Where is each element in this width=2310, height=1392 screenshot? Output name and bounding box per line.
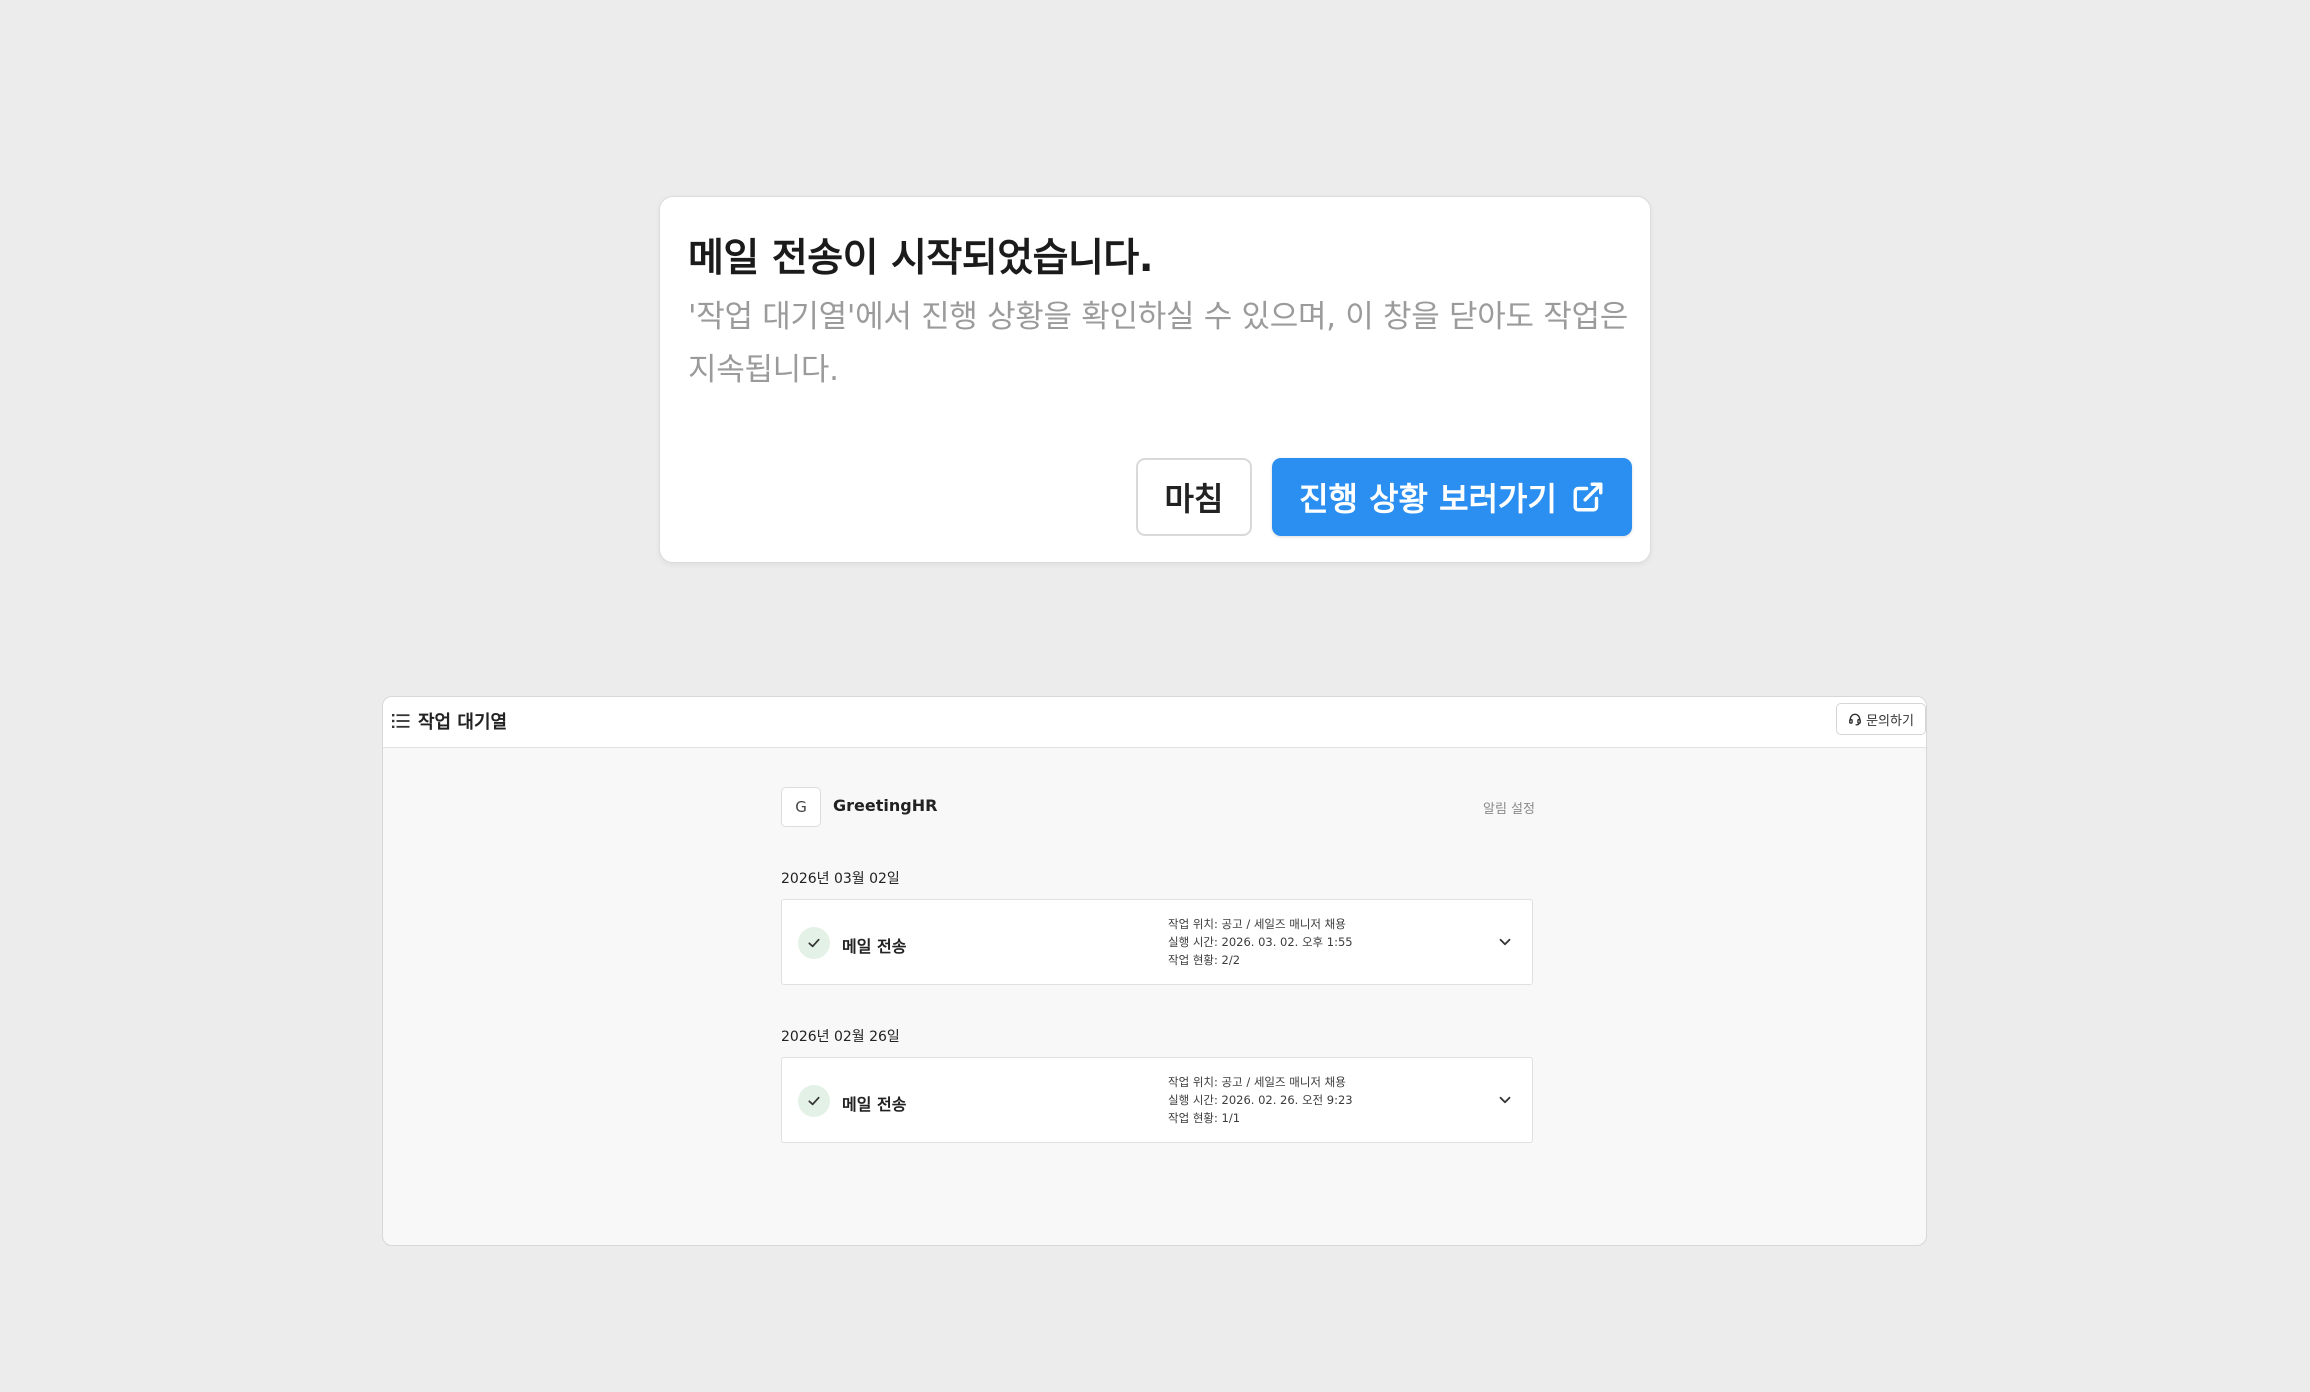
status-badge [798, 1085, 830, 1117]
check-icon [808, 1096, 820, 1106]
org-name: GreetingHR [833, 796, 938, 815]
confirmation-modal: 메일 전송이 시작되었습니다. '작업 대기열'에서 진행 상황을 확인하실 수… [659, 196, 1651, 563]
date-group-label: 2026년 03월 02일 [781, 871, 900, 887]
job-location: 작업 위치: 공고 / 세일즈 매니저 채용 [1168, 1075, 1346, 1089]
finish-button[interactable]: 마침 [1136, 458, 1252, 536]
job-card[interactable]: 메일 전송 작업 위치: 공고 / 세일즈 매니저 채용 실행 시간: 2026… [781, 899, 1533, 985]
org-avatar: G [781, 787, 821, 827]
notification-settings-link[interactable]: 알림 설정 [1483, 798, 1535, 817]
contact-button[interactable]: 문의하기 [1836, 703, 1926, 735]
job-title: 메일 전송 [842, 1095, 907, 1114]
chevron-down-icon[interactable] [1496, 933, 1514, 951]
job-location: 작업 위치: 공고 / 세일즈 매니저 채용 [1168, 917, 1346, 931]
check-icon [808, 938, 820, 948]
date-group-label: 2026년 02월 26일 [781, 1029, 900, 1045]
panel-header: 작업 대기열 문의하기 [383, 697, 1926, 748]
job-status: 작업 현황: 1/1 [1168, 1111, 1241, 1125]
modal-description: '작업 대기열'에서 진행 상황을 확인하실 수 있으며, 이 창을 닫아도 작… [688, 299, 1628, 388]
job-details: 작업 위치: 공고 / 세일즈 매니저 채용 실행 시간: 2026. 02. … [1168, 1073, 1353, 1127]
job-queue-panel: 작업 대기열 문의하기 G GreetingHR 알림 설정 2026년 03월… [382, 696, 1927, 1246]
external-link-icon [1573, 482, 1603, 512]
panel-title: 작업 대기열 [418, 712, 508, 733]
job-details: 작업 위치: 공고 / 세일즈 매니저 채용 실행 시간: 2026. 03. … [1168, 915, 1353, 969]
job-run-time: 실행 시간: 2026. 03. 02. 오후 1:55 [1168, 935, 1353, 949]
job-card[interactable]: 메일 전송 작업 위치: 공고 / 세일즈 매니저 채용 실행 시간: 2026… [781, 1057, 1533, 1143]
job-status: 작업 현황: 2/2 [1168, 953, 1241, 967]
job-run-time: 실행 시간: 2026. 02. 26. 오전 9:23 [1168, 1093, 1353, 1107]
list-icon [392, 714, 410, 728]
modal-title: 메일 전송이 시작되었습니다. [688, 236, 1154, 281]
status-badge [798, 927, 830, 959]
job-title: 메일 전송 [842, 937, 907, 956]
chevron-down-icon[interactable] [1496, 1091, 1514, 1109]
headset-icon [1849, 713, 1862, 726]
view-progress-button[interactable]: 진행 상황 보러가기 [1272, 458, 1632, 536]
view-progress-label: 진행 상황 보러가기 [1299, 480, 1557, 518]
contact-label: 문의하기 [1866, 713, 1914, 729]
